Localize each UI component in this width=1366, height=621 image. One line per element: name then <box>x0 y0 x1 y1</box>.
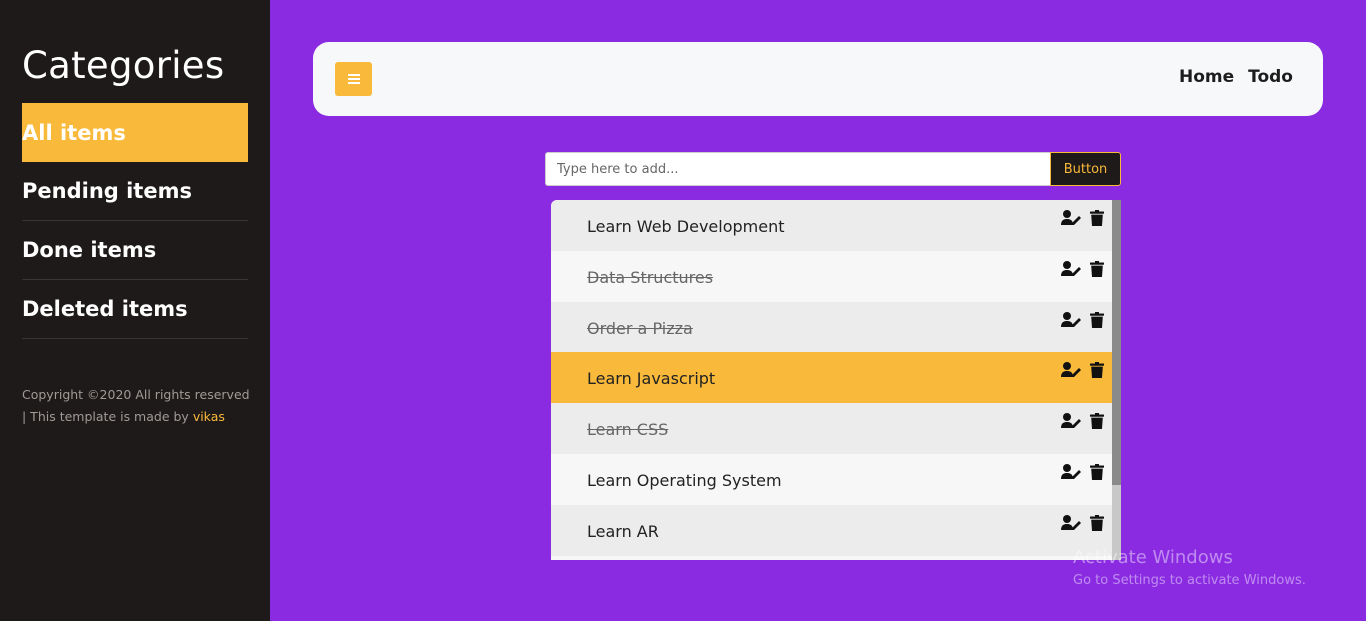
trash-icon[interactable] <box>1090 514 1104 531</box>
todo-item[interactable]: Learn CSS <box>551 403 1112 454</box>
category-list: All items Pending items Done items Delet… <box>22 103 248 339</box>
nav-links: Home Todo <box>1179 67 1293 87</box>
top-navbar: Home Todo <box>313 42 1323 116</box>
todo-actions <box>1061 362 1104 379</box>
sidebar-item-done-items[interactable]: Done items <box>22 221 248 280</box>
todo-item-text: Learn Javascript <box>587 369 716 389</box>
trash-icon[interactable] <box>1090 260 1104 277</box>
todo-item[interactable]: Order a Pizza <box>551 301 1112 353</box>
todo-item[interactable]: Data Structures <box>551 250 1112 302</box>
todo-item[interactable]: Learn Operating System <box>551 453 1112 505</box>
trash-icon[interactable] <box>1090 210 1104 226</box>
todo-item-text: Learn AR <box>587 521 659 541</box>
scrollbar-thumb[interactable] <box>1112 200 1121 485</box>
nav-link-todo[interactable]: Todo <box>1248 67 1293 87</box>
copyright-notice: Copyright ©2020 All rights reserved | Th… <box>22 384 252 428</box>
trash-icon[interactable] <box>1090 413 1104 430</box>
user-edit-icon[interactable] <box>1061 463 1082 480</box>
add-todo-input[interactable] <box>545 152 1051 186</box>
todo-item-text: Learn Operating System <box>587 470 782 490</box>
todo-item[interactable]: Learn Javascript <box>551 352 1112 404</box>
menu-icon <box>347 74 360 84</box>
author-link[interactable]: vikas <box>193 409 225 424</box>
user-edit-icon[interactable] <box>1061 260 1082 277</box>
todo-item-text: Order a Pizza <box>587 318 693 338</box>
add-todo-button[interactable]: Button <box>1050 152 1121 186</box>
todo-item-text: Learn Web Development <box>587 217 785 236</box>
sidebar-title: Categories <box>22 44 225 87</box>
todo-actions <box>1061 463 1104 480</box>
todo-list-container[interactable]: Learn Web Development Data Structures Orde… <box>551 200 1121 560</box>
trash-icon[interactable] <box>1090 362 1104 379</box>
sidebar-item-deleted-items[interactable]: Deleted items <box>22 280 248 339</box>
watermark-subtitle: Go to Settings to activate Windows. <box>1073 573 1306 588</box>
nav-link-home[interactable]: Home <box>1179 67 1234 87</box>
sidebar: Categories All items Pending items Done … <box>0 0 270 621</box>
todo-item-partial <box>551 555 1112 560</box>
trash-icon[interactable] <box>1090 463 1104 480</box>
todo-actions <box>1061 413 1104 430</box>
todo-item[interactable]: Learn Web Development <box>551 200 1112 251</box>
todo-item[interactable]: Learn AR <box>551 504 1112 556</box>
user-edit-icon[interactable] <box>1061 210 1082 226</box>
todo-actions <box>1061 311 1104 328</box>
todo-actions <box>1061 514 1104 531</box>
sidebar-toggle-button[interactable] <box>335 62 372 96</box>
todo-item-text: Learn CSS <box>587 420 669 440</box>
watermark-title: Activate Windows <box>1073 547 1233 568</box>
sidebar-item-all-items[interactable]: All items <box>22 103 248 162</box>
sidebar-item-pending-items[interactable]: Pending items <box>22 162 248 221</box>
todo-actions <box>1061 210 1104 226</box>
todo-actions <box>1061 260 1104 277</box>
user-edit-icon[interactable] <box>1061 413 1082 429</box>
user-edit-icon[interactable] <box>1061 311 1082 328</box>
user-edit-icon[interactable] <box>1061 514 1082 531</box>
trash-icon[interactable] <box>1090 311 1104 328</box>
todo-item-text: Data Structures <box>587 267 714 287</box>
user-edit-icon[interactable] <box>1061 362 1082 378</box>
todo-list: Learn Web Development Data Structures Orde… <box>551 200 1112 560</box>
